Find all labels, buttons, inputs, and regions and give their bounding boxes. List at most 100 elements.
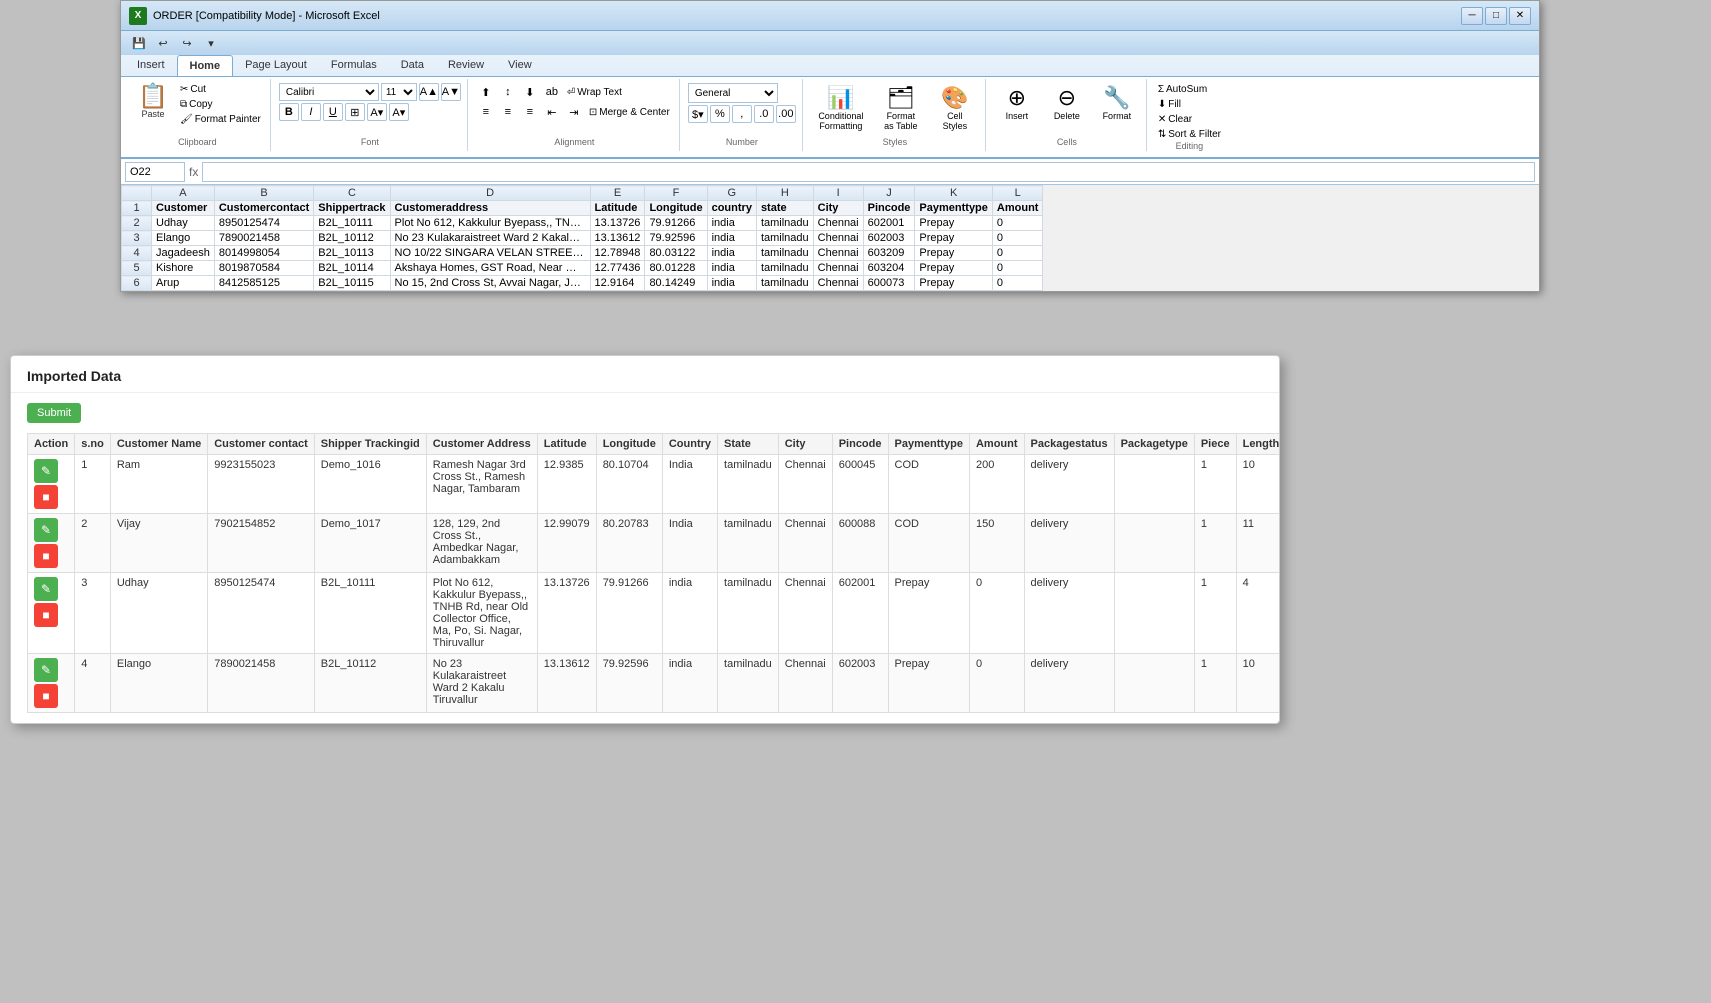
cell-5-5[interactable]: 80.01228 <box>645 261 707 276</box>
fill-button[interactable]: ⬇ Fill <box>1155 98 1184 111</box>
delete-row-button[interactable]: ■ <box>34 485 58 509</box>
row-header-1[interactable]: 1 <box>122 201 152 216</box>
delete-row-button[interactable]: ■ <box>34 684 58 708</box>
cell-5-7[interactable]: tamilnadu <box>756 261 813 276</box>
fill-color-button[interactable]: A▾ <box>367 103 387 121</box>
col-header-k[interactable]: K <box>915 186 992 201</box>
cell-2-9[interactable]: 602001 <box>863 216 915 231</box>
sort-filter-button[interactable]: ⇅ Sort & Filter <box>1155 128 1224 141</box>
cell-5-4[interactable]: 12.77436 <box>590 261 645 276</box>
wrap-text-button[interactable]: ⏎ Wrap Text <box>564 86 625 99</box>
tab-review[interactable]: Review <box>436 55 496 76</box>
cell-6-0[interactable]: Arup <box>152 276 215 291</box>
cell-5-2[interactable]: B2L_10114 <box>314 261 390 276</box>
cell-3-10[interactable]: Prepay <box>915 231 992 246</box>
cell-6-10[interactable]: Prepay <box>915 276 992 291</box>
close-button[interactable]: ✕ <box>1509 7 1531 25</box>
col-header-d[interactable]: D <box>390 186 590 201</box>
col-header-j[interactable]: J <box>863 186 915 201</box>
cell-3-11[interactable]: 0 <box>992 231 1043 246</box>
col-header-g[interactable]: G <box>707 186 756 201</box>
cell-5-6[interactable]: india <box>707 261 756 276</box>
cell-3-8[interactable]: Chennai <box>813 231 863 246</box>
cell-6-4[interactable]: 12.9164 <box>590 276 645 291</box>
cell-2-0[interactable]: Udhay <box>152 216 215 231</box>
number-format-select[interactable]: General <box>688 83 778 103</box>
insert-button[interactable]: ⊕ Insert <box>994 83 1040 123</box>
col-header-e[interactable]: E <box>590 186 645 201</box>
cell-styles-button[interactable]: 🎨 Cell Styles <box>931 83 979 133</box>
cell-4-10[interactable]: Prepay <box>915 246 992 261</box>
cell-5-3[interactable]: Akshaya Homes, GST Road, Near Mahindra W… <box>390 261 590 276</box>
cell-2-5[interactable]: 79.91266 <box>645 216 707 231</box>
format-as-table-button[interactable]: 🗂 Format as Table <box>875 83 927 133</box>
format-button[interactable]: 🔧 Format <box>1094 83 1140 123</box>
tab-data[interactable]: Data <box>389 55 436 76</box>
cell-2-4[interactable]: 13.13726 <box>590 216 645 231</box>
cell-4-4[interactable]: 12.78948 <box>590 246 645 261</box>
font-family-select[interactable]: Calibri <box>279 83 379 101</box>
cell-2-7[interactable]: tamilnadu <box>756 216 813 231</box>
cell-1-10[interactable]: Paymenttype <box>915 201 992 216</box>
cell-2-2[interactable]: B2L_10111 <box>314 216 390 231</box>
underline-button[interactable]: U <box>323 103 343 121</box>
cell-6-6[interactable]: india <box>707 276 756 291</box>
col-header-c[interactable]: C <box>314 186 390 201</box>
align-right-button[interactable]: ≡ <box>520 103 540 121</box>
tab-insert[interactable]: Insert <box>125 55 177 76</box>
redo-button[interactable]: ↪ <box>177 34 197 52</box>
cell-3-9[interactable]: 602003 <box>863 231 915 246</box>
submit-button[interactable]: Submit <box>27 403 81 423</box>
cell-5-11[interactable]: 0 <box>992 261 1043 276</box>
cell-4-7[interactable]: tamilnadu <box>756 246 813 261</box>
row-header-6[interactable]: 6 <box>122 276 152 291</box>
save-qat-button[interactable]: 💾 <box>129 34 149 52</box>
cell-2-1[interactable]: 8950125474 <box>214 216 313 231</box>
cell-3-1[interactable]: 7890021458 <box>214 231 313 246</box>
align-bottom-button[interactable]: ⬇ <box>520 83 540 101</box>
tab-view[interactable]: View <box>496 55 544 76</box>
cell-3-3[interactable]: No 23 Kulakaraistreet Ward 2 Kakalu Tiru… <box>390 231 590 246</box>
cell-1-3[interactable]: Customeraddress <box>390 201 590 216</box>
col-header-l[interactable]: L <box>992 186 1043 201</box>
cell-3-0[interactable]: Elango <box>152 231 215 246</box>
edit-button[interactable]: ✎ <box>34 577 58 601</box>
cell-2-11[interactable]: 0 <box>992 216 1043 231</box>
font-decrease-button[interactable]: A▼ <box>441 83 461 101</box>
customize-qat-button[interactable]: ▾ <box>201 34 221 52</box>
cell-5-1[interactable]: 8019870584 <box>214 261 313 276</box>
paste-button[interactable]: 📋 Paste <box>131 83 175 121</box>
col-header-i[interactable]: I <box>813 186 863 201</box>
font-increase-button[interactable]: A▲ <box>419 83 439 101</box>
cell-1-2[interactable]: Shippertrack <box>314 201 390 216</box>
decrease-decimal-button[interactable]: .0 <box>754 105 774 123</box>
cell-4-0[interactable]: Jagadeesh <box>152 246 215 261</box>
cell-2-6[interactable]: india <box>707 216 756 231</box>
cell-5-8[interactable]: Chennai <box>813 261 863 276</box>
edit-button[interactable]: ✎ <box>34 459 58 483</box>
percent-button[interactable]: % <box>710 105 730 123</box>
edit-button[interactable]: ✎ <box>34 518 58 542</box>
copy-button[interactable]: ⧉ Copy <box>177 98 264 111</box>
font-color-button[interactable]: A▾ <box>389 103 409 121</box>
cell-6-9[interactable]: 600073 <box>863 276 915 291</box>
cell-4-8[interactable]: Chennai <box>813 246 863 261</box>
cell-reference-box[interactable] <box>125 162 185 182</box>
border-button[interactable]: ⊞ <box>345 103 365 121</box>
delete-row-button[interactable]: ■ <box>34 544 58 568</box>
align-left-button[interactable]: ≡ <box>476 103 496 121</box>
autosum-button[interactable]: Σ AutoSum <box>1155 83 1210 96</box>
cell-2-10[interactable]: Prepay <box>915 216 992 231</box>
increase-indent-button[interactable]: ⇥ <box>564 103 584 121</box>
cell-4-5[interactable]: 80.03122 <box>645 246 707 261</box>
cell-5-10[interactable]: Prepay <box>915 261 992 276</box>
tab-home[interactable]: Home <box>177 55 234 76</box>
align-middle-button[interactable]: ↕ <box>498 83 518 101</box>
row-header-3[interactable]: 3 <box>122 231 152 246</box>
maximize-button[interactable]: □ <box>1485 7 1507 25</box>
edit-button[interactable]: ✎ <box>34 658 58 682</box>
decrease-indent-button[interactable]: ⇤ <box>542 103 562 121</box>
align-center-button[interactable]: ≡ <box>498 103 518 121</box>
cell-3-2[interactable]: B2L_10112 <box>314 231 390 246</box>
cell-6-5[interactable]: 80.14249 <box>645 276 707 291</box>
